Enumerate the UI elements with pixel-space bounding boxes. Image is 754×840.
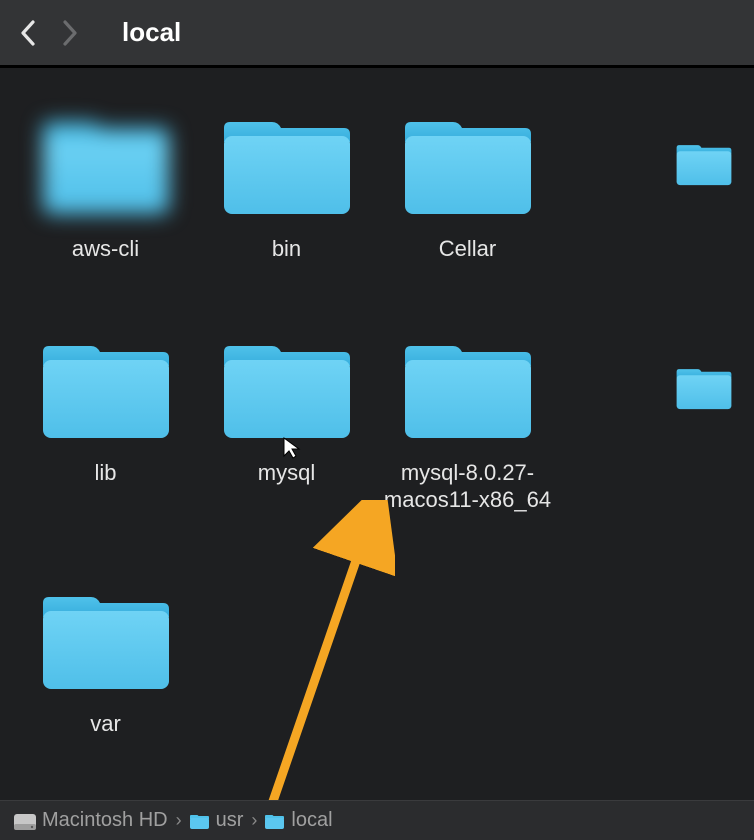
chevron-left-icon — [20, 20, 36, 46]
chevron-right-icon: › — [251, 810, 257, 831]
path-segment[interactable]: Macintosh HD — [14, 809, 168, 832]
toolbar: local — [0, 0, 754, 68]
folder-icon — [31, 108, 181, 218]
folder-item[interactable]: Cellar — [382, 108, 553, 262]
folder-icon — [190, 813, 210, 829]
folder-icon — [31, 332, 181, 442]
forward-button[interactable] — [60, 23, 80, 43]
window-title: local — [122, 17, 181, 48]
folder-item-partial[interactable] — [563, 332, 734, 513]
chevron-right-icon — [62, 20, 78, 46]
folder-item[interactable]: var — [20, 583, 191, 737]
folder-item[interactable]: mysql — [201, 332, 372, 513]
folder-label: lib — [94, 460, 116, 486]
folder-icon — [265, 813, 285, 829]
path-segment[interactable]: usr — [190, 809, 244, 832]
path-label: local — [291, 809, 332, 832]
folder-item[interactable]: lib — [20, 332, 191, 513]
folder-icon — [393, 332, 543, 442]
folder-item[interactable]: aws-cli — [20, 108, 191, 262]
folder-label: Cellar — [439, 236, 496, 262]
folder-label: mysql-8.0.27- macos11-x86_64 — [384, 460, 551, 513]
folder-label: bin — [272, 236, 301, 262]
nav-arrows — [18, 23, 80, 43]
folder-label: aws-cli — [72, 236, 139, 262]
path-label: usr — [216, 809, 244, 832]
path-bar: Macintosh HD › usr › local — [0, 800, 754, 840]
path-segment[interactable]: local — [265, 809, 332, 832]
folder-label: var — [90, 711, 121, 737]
folder-icon — [674, 108, 734, 218]
folder-icon — [393, 108, 543, 218]
folder-icon — [31, 583, 181, 693]
folder-item-partial[interactable] — [563, 108, 734, 262]
folder-icon — [212, 108, 362, 218]
file-grid: aws-cli bin Cellar lib — [20, 108, 734, 738]
folder-icon — [212, 332, 362, 442]
folder-item[interactable]: bin — [201, 108, 372, 262]
folder-item[interactable]: mysql-8.0.27- macos11-x86_64 — [382, 332, 553, 513]
back-button[interactable] — [18, 23, 38, 43]
file-grid-area: aws-cli bin Cellar lib — [0, 68, 754, 800]
disk-icon — [14, 813, 36, 829]
folder-icon — [674, 332, 734, 442]
folder-label: mysql — [258, 460, 315, 486]
chevron-right-icon: › — [176, 810, 182, 831]
path-label: Macintosh HD — [42, 809, 168, 832]
